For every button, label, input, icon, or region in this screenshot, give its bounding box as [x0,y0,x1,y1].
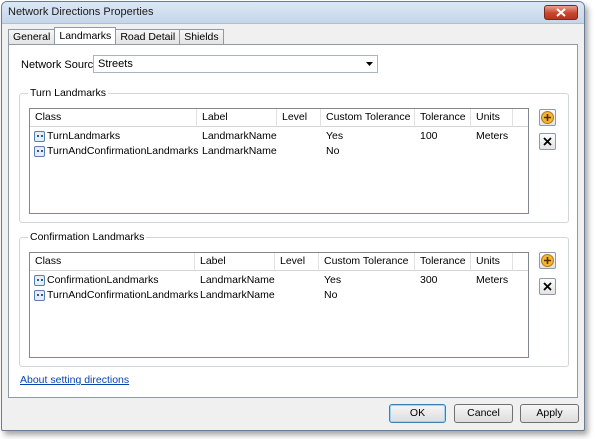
table-header: Class Label Level Custom Tolerance Toler… [30,253,528,271]
table-row[interactable]: TurnLandmarks LandmarkName Yes 100 Meter… [30,129,528,144]
about-setting-directions-link[interactable]: About setting directions [20,374,129,386]
cell-tolerance: 100 [420,130,438,142]
cell-units: Meters [476,130,509,142]
network-source-dropdown[interactable]: Streets [93,55,378,73]
cell-tolerance [415,288,420,303]
cell-class-text: ConfirmationLandmarks [47,274,159,286]
cell-custom-tolerance: Yes [326,130,344,142]
column-header-units[interactable]: Units [471,109,513,127]
cell-custom-tolerance: Yes [324,274,342,286]
cell-units [471,144,476,159]
confirmation-landmarks-title: Confirmation Landmarks [28,231,147,243]
add-icon [541,254,554,267]
chevron-down-icon [366,62,373,66]
cell-units: Meters [476,274,509,286]
remove-turn-landmark-button[interactable] [539,133,556,150]
landmark-class-icon [34,146,45,157]
cell-level [277,129,282,144]
delete-icon [543,282,552,291]
ok-button[interactable]: OK [389,404,446,423]
cell-custom-tolerance: No [324,289,338,301]
delete-icon [543,137,552,146]
add-icon [541,111,554,124]
table-row[interactable]: TurnAndConfirmationLandmarks LandmarkNam… [30,288,528,303]
table-row[interactable]: TurnAndConfirmationLandmarks LandmarkNam… [30,144,528,159]
tab-landmarks[interactable]: Landmarks [54,27,117,44]
column-header-label[interactable]: Label [197,109,277,127]
column-header-class[interactable]: Class [30,253,195,271]
cell-label: LandmarkName [202,145,277,157]
column-header-tolerance[interactable]: Tolerance [415,109,471,127]
remove-confirmation-landmark-button[interactable] [539,278,556,295]
landmark-class-icon [34,131,45,142]
cell-class: ConfirmationLandmarks [30,273,158,288]
landmark-class-icon [34,275,45,286]
cell-tolerance [415,144,420,159]
cell-class-text: TurnAndConfirmationLandmarks [47,145,199,157]
close-button[interactable] [544,5,578,20]
cell-class: TurnAndConfirmationLandmarks [30,288,198,303]
confirmation-landmarks-table[interactable]: Class Label Level Custom Tolerance Toler… [29,252,529,358]
landmarks-panel: Network Source: Streets Turn Landmarks C… [8,44,578,398]
title-bar[interactable]: Network Directions Properties [2,2,584,24]
apply-button[interactable]: Apply [520,404,579,423]
column-header-tolerance[interactable]: Tolerance [415,253,471,271]
turn-landmarks-group: Turn Landmarks Class Label Level Custom … [19,87,569,223]
network-source-value: Streets [98,58,133,70]
cancel-button[interactable]: Cancel [454,404,513,423]
close-icon [556,8,566,17]
network-source-label: Network Source: [21,59,103,71]
dialog-window: Network Directions Properties General La… [1,1,585,431]
cell-level [275,288,280,303]
table-row[interactable]: ConfirmationLandmarks LandmarkName Yes 3… [30,273,528,288]
confirmation-landmarks-group: Confirmation Landmarks Class Label Level… [19,231,569,367]
cell-class-text: TurnLandmarks [47,130,121,142]
column-header-label[interactable]: Label [195,253,275,271]
window-title: Network Directions Properties [8,6,154,18]
tab-shields[interactable]: Shields [179,29,224,44]
column-header-custom-tolerance[interactable]: Custom Tolerance [319,253,415,271]
turn-landmarks-title: Turn Landmarks [28,87,109,99]
cell-custom-tolerance: No [326,145,340,157]
column-header-custom-tolerance[interactable]: Custom Tolerance [321,109,415,127]
landmark-class-icon [34,290,45,301]
tab-strip: General Landmarks Road Detail Shields [8,27,224,44]
column-header-level[interactable]: Level [275,253,319,271]
cell-class: TurnAndConfirmationLandmarks [30,144,198,159]
column-header-class[interactable]: Class [30,109,197,127]
tab-general[interactable]: General [8,29,56,44]
table-header: Class Label Level Custom Tolerance Toler… [30,109,528,127]
cell-label: LandmarkName [202,130,277,142]
cell-level [275,273,280,288]
cell-label: LandmarkName [200,274,275,286]
column-header-units[interactable]: Units [471,253,513,271]
cell-class: TurnLandmarks [30,129,120,144]
cell-label: LandmarkName [200,289,275,301]
add-confirmation-landmark-button[interactable] [539,252,556,269]
cell-level [277,144,282,159]
cell-units [471,288,476,303]
tab-road-detail[interactable]: Road Detail [115,29,181,44]
column-header-level[interactable]: Level [277,109,321,127]
cell-class-text: TurnAndConfirmationLandmarks [47,289,199,301]
turn-landmarks-table[interactable]: Class Label Level Custom Tolerance Toler… [29,108,529,214]
cell-tolerance: 300 [420,274,438,286]
add-turn-landmark-button[interactable] [539,109,556,126]
